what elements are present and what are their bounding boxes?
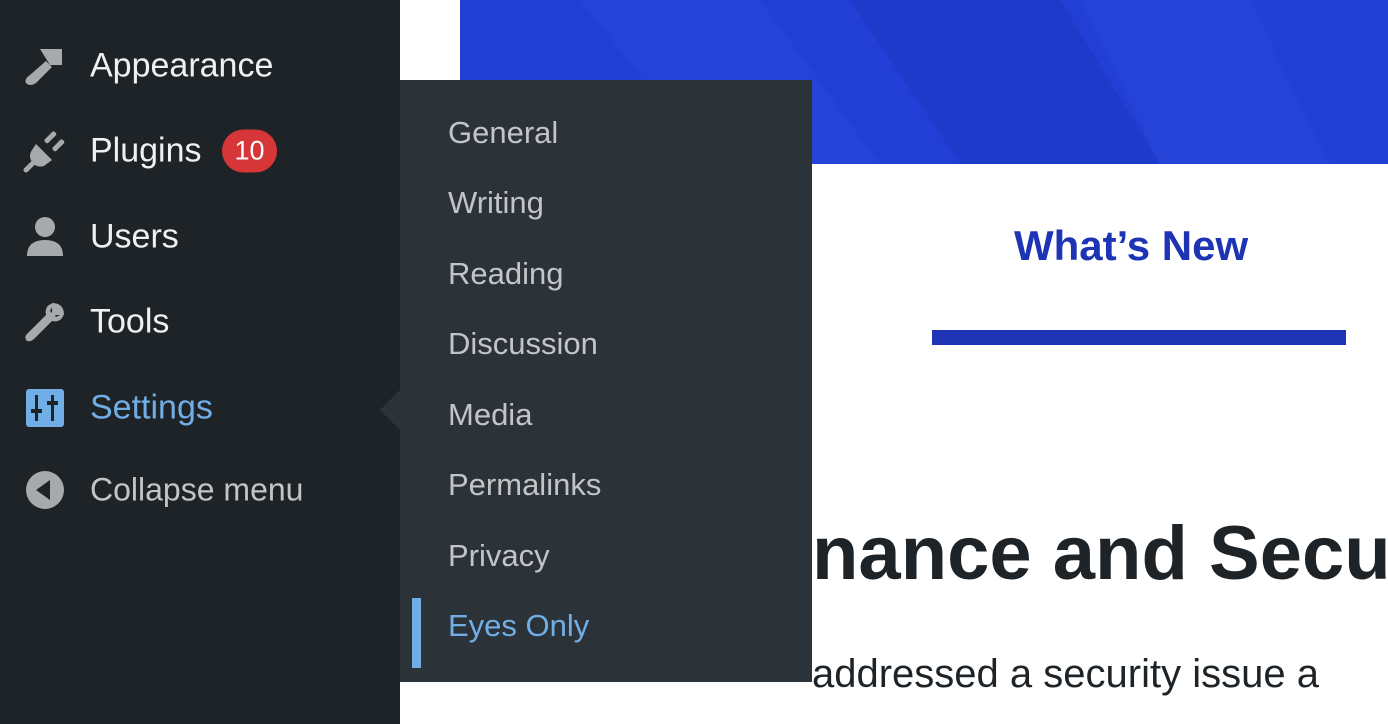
paintbrush-icon	[22, 43, 68, 89]
sidebar-item-appearance[interactable]: Appearance	[0, 36, 400, 96]
sidebar-item-settings[interactable]: Settings	[0, 378, 400, 438]
user-icon	[22, 214, 68, 260]
submenu-item-eyes-only[interactable]: Eyes Only	[400, 596, 812, 668]
wrench-icon	[22, 299, 68, 345]
submenu-item-permalinks[interactable]: Permalinks	[400, 455, 812, 515]
sidebar-item-users[interactable]: Users	[0, 207, 400, 267]
submenu-item-label: Privacy	[448, 538, 550, 573]
flyout-pointer	[380, 390, 400, 430]
tab-whats-new[interactable]: What’s New	[1014, 222, 1248, 270]
admin-sidebar: Appearance Plugins 10 Users Tools Settin…	[0, 0, 400, 724]
submenu-item-general[interactable]: General	[400, 103, 812, 163]
sidebar-item-label: Tools	[90, 302, 170, 341]
submenu-item-label: Permalinks	[448, 467, 602, 502]
submenu-item-label: Reading	[448, 256, 564, 291]
submenu-item-reading[interactable]: Reading	[400, 244, 812, 304]
submenu-item-discussion[interactable]: Discussion	[400, 314, 812, 374]
section-body-text: addressed a security issue a	[812, 652, 1319, 696]
section-headline: nance and Secu	[812, 511, 1388, 596]
plug-icon	[22, 128, 68, 174]
active-tab-indicator	[932, 330, 1346, 345]
sidebar-item-tools[interactable]: Tools	[0, 292, 400, 352]
submenu-item-media[interactable]: Media	[400, 385, 812, 445]
submenu-item-label: General	[448, 115, 559, 150]
sidebar-item-label: Settings	[90, 388, 213, 427]
settings-submenu: General Writing Reading Discussion Media…	[400, 80, 812, 682]
collapse-menu-button[interactable]: Collapse menu	[0, 460, 400, 520]
sliders-icon	[22, 385, 68, 431]
submenu-item-privacy[interactable]: Privacy	[400, 526, 812, 586]
submenu-item-label: Discussion	[448, 326, 598, 361]
submenu-item-writing[interactable]: Writing	[400, 173, 812, 233]
sidebar-item-label: Users	[90, 217, 179, 256]
submenu-item-label: Writing	[448, 185, 544, 220]
sidebar-item-label: Appearance	[90, 46, 274, 85]
submenu-item-label: Media	[448, 397, 533, 432]
collapse-arrow-icon	[22, 467, 68, 513]
sidebar-item-label: Collapse menu	[90, 471, 304, 508]
plugin-update-count-badge: 10	[222, 129, 277, 173]
sidebar-item-plugins[interactable]: Plugins 10	[0, 121, 400, 181]
submenu-item-label: Eyes Only	[448, 608, 590, 643]
sidebar-item-label: Plugins	[90, 131, 202, 170]
